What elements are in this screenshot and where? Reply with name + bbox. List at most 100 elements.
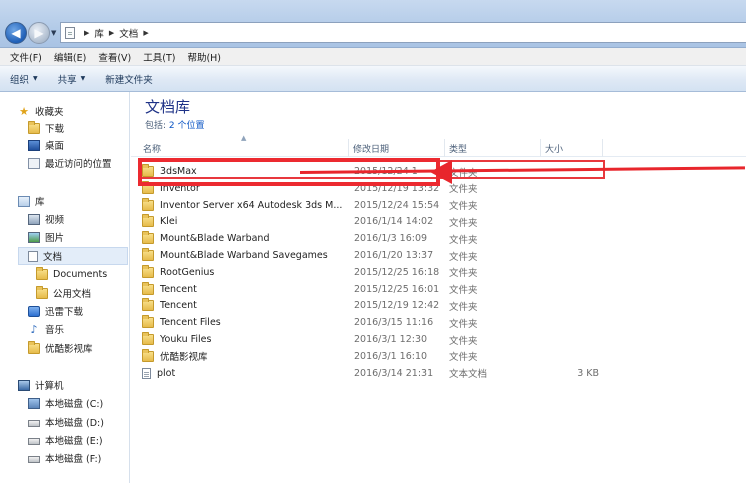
nav-thunder-downloads[interactable]: 迅雷下载 [28,302,83,320]
file-name-cell: Mount&Blade Warband Savegames [142,247,348,264]
file-name: Inventor Server x64 Autodesk 3ds M... [160,199,343,211]
nav-documents-folder[interactable]: Documents [36,265,107,283]
file-type: 文件夹 [449,352,478,364]
nav-drive-f-label: 本地磁盘 (F:) [45,454,102,465]
file-row[interactable]: RootGenius 2015/12/25 16:18 文件夹 [131,264,746,281]
nav-computer[interactable]: 计算机 [18,376,64,394]
file-name-cell: Klei [142,213,348,230]
menu-tools[interactable]: 工具(T) [143,50,175,64]
share-button[interactable]: 共享 ▼ [58,72,86,86]
column-size[interactable]: 大小 [541,139,603,157]
annotation-arrow-head [430,160,452,184]
nav-recent-label: 最近访问的位置 [45,159,112,170]
nav-music[interactable]: ♪ 音乐 [28,320,64,338]
file-name-cell: Tencent Files [142,314,348,331]
file-row[interactable]: Inventor Server x64 Autodesk 3ds M... 201… [131,197,746,214]
file-row[interactable]: Tencent Files 2016/3/15 11:16 文件夹 [131,314,746,331]
file-row[interactable]: Tencent 2015/12/25 16:01 文件夹 [131,281,746,298]
nav-pictures[interactable]: 图片 [28,228,64,246]
breadcrumb-documents[interactable]: 文档 [119,26,138,40]
folder-icon [142,332,154,345]
hard-drive-icon [28,455,40,463]
includes-locations-link[interactable]: 2 个位置 [169,121,205,131]
menu-file[interactable]: 文件(F) [10,50,42,64]
new-folder-button[interactable]: 新建文件夹 [105,72,153,86]
folder-icon [36,266,48,280]
nav-youku-library[interactable]: 优酷影视库 [28,339,93,357]
includes-label: 包括: [145,121,167,131]
chevron-right-icon[interactable]: ▶ [109,29,114,37]
file-row[interactable]: 优酷影视库 2016/3/1 16:10 文件夹 [131,348,746,365]
column-date-modified[interactable]: 修改日期 [349,139,445,157]
file-list-pane: 文档库 包括: 2 个位置 ▲ 名称 修改日期 类型 大小 3dsMax2015… [131,92,746,483]
file-size [544,230,599,247]
nav-drive-f[interactable]: 本地磁盘 (F:) [28,449,101,467]
arrow-right-icon: ▶ [34,26,44,40]
file-size [544,180,599,197]
menu-help[interactable]: 帮助(H) [187,50,221,64]
nav-desktop[interactable]: 桌面 [28,136,64,154]
library-icon [18,195,30,207]
recent-places-icon [28,157,40,169]
file-date: 2016/3/15 11:16 [354,317,434,329]
nav-libraries[interactable]: 库 [18,192,45,210]
nav-documents[interactable]: 文档 [18,247,128,265]
column-name[interactable]: 名称 [139,139,349,157]
nav-videos[interactable]: 视频 [28,210,64,228]
breadcrumb-libraries[interactable]: 库 [94,26,104,40]
file-name: Mount&Blade Warband [160,233,270,245]
file-name: plot [157,367,176,379]
picture-library-icon [28,231,40,243]
column-name-label: 名称 [143,144,162,155]
nav-public-documents[interactable]: 公用文档 [36,284,91,302]
nav-libraries-label: 库 [35,197,45,208]
file-size [544,264,599,281]
file-size: 3 KB [577,367,599,379]
video-library-icon [28,213,40,225]
file-type: 文件夹 [449,234,478,246]
desktop-icon [28,139,40,151]
file-row[interactable]: plot 2016/3/14 21:31 文本文档 3 KB [131,365,746,382]
nav-drive-e-label: 本地磁盘 (E:) [45,436,103,447]
file-row[interactable]: Mount&Blade Warband 2016/1/3 16:09 文件夹 [131,230,746,247]
command-bar: 组织 ▼ 共享 ▼ 新建文件夹 [0,66,746,92]
nav-documents-label: 文档 [43,252,63,263]
nav-downloads[interactable]: 下载 [28,119,64,137]
nav-drive-e[interactable]: 本地磁盘 (E:) [28,431,103,449]
nav-public-documents-label: 公用文档 [53,289,92,300]
back-button[interactable]: ◀ [5,22,27,44]
column-type[interactable]: 类型 [445,139,541,157]
nav-thunder-label: 迅雷下载 [45,307,84,318]
file-row[interactable]: Tencent 2015/12/19 12:42 文件夹 [131,297,746,314]
nav-drive-d-label: 本地磁盘 (D:) [45,418,104,429]
menu-view[interactable]: 查看(V) [98,50,131,64]
menu-edit[interactable]: 编辑(E) [54,50,86,64]
new-folder-label: 新建文件夹 [105,74,153,86]
recent-pages-dropdown[interactable]: ▼ [51,29,56,37]
organize-button[interactable]: 组织 ▼ [10,72,38,86]
file-row[interactable]: Youku Files 2016/3/1 12:30 文件夹 [131,331,746,348]
annotation-outline [138,158,440,186]
nav-recent[interactable]: 最近访问的位置 [28,154,112,172]
file-name-cell: Mount&Blade Warband [142,230,348,247]
library-includes: 包括: 2 个位置 [145,118,205,131]
nav-drive-c[interactable]: 本地磁盘 (C:) [28,394,103,412]
nav-pictures-label: 图片 [45,233,65,244]
nav-downloads-label: 下载 [45,124,65,135]
forward-button[interactable]: ▶ [28,22,50,44]
chevron-right-icon[interactable]: ▶ [84,29,89,37]
folder-icon [142,248,154,261]
youku-library-icon [28,340,40,354]
file-name-cell: Youku Files [142,331,348,348]
chevron-right-icon[interactable]: ▶ [143,29,148,37]
nav-drive-d[interactable]: 本地磁盘 (D:) [28,413,104,431]
address-field[interactable]: ▶ 库 ▶ 文档 ▶ [60,22,746,43]
folder-icon [142,264,154,278]
nav-favorites[interactable]: ★ 收藏夹 [18,102,63,120]
library-doc-icon [65,26,75,39]
file-row[interactable]: Mount&Blade Warband Savegames 2016/1/20 1… [131,247,746,264]
file-row[interactable]: Klei 2016/1/14 14:02 文件夹 [131,213,746,230]
file-type: 文件夹 [449,318,478,330]
file-size [544,297,599,314]
file-date: 2016/1/20 13:37 [354,250,434,261]
